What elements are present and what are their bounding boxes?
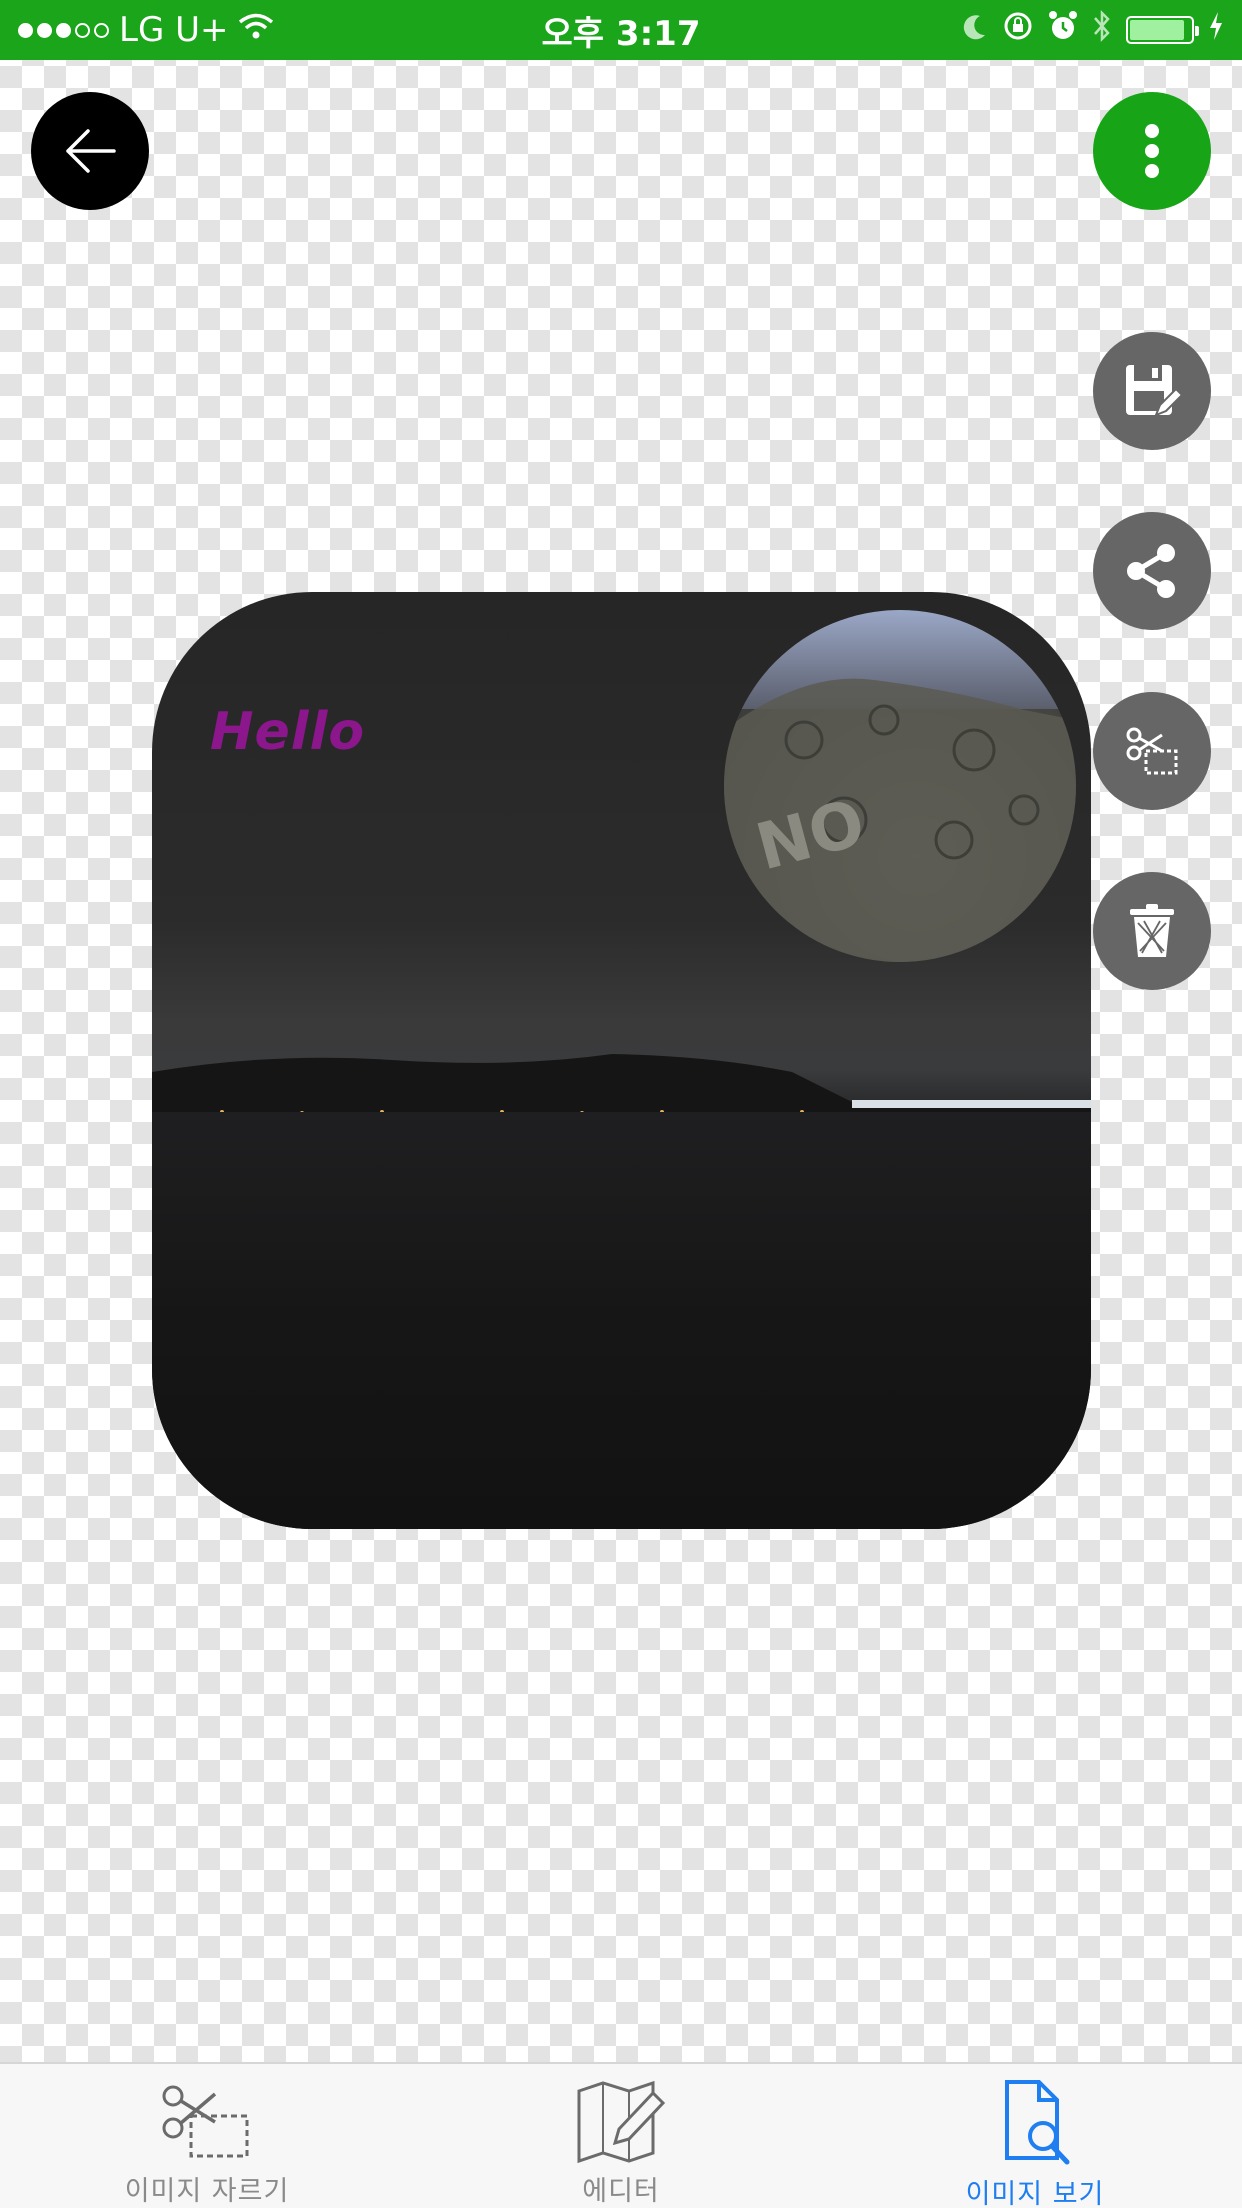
tab-view-image-label: 이미지 보기	[965, 2179, 1105, 2208]
tab-crop-image-label: 이미지 자르기	[124, 2176, 290, 2207]
hello-text-layer[interactable]: Hello	[210, 702, 365, 762]
scissors-crop-icon	[159, 2078, 255, 2165]
arrow-left-icon	[66, 129, 116, 173]
map-pencil-icon	[573, 2078, 669, 2165]
signal-strength-icon	[18, 22, 109, 38]
save-edit-icon	[1126, 365, 1184, 417]
more-vertical-icon	[1145, 124, 1159, 178]
status-bar: LG U+ 오후 3:17	[0, 0, 1242, 60]
cut-button[interactable]	[1093, 692, 1211, 810]
delete-button[interactable]	[1093, 872, 1211, 990]
more-options-button[interactable]	[1093, 92, 1211, 210]
tab-view-image[interactable]: 이미지 보기	[828, 2064, 1242, 2208]
status-right	[962, 9, 1224, 52]
trash-icon	[1130, 904, 1174, 957]
edited-image[interactable]: NO Hello	[152, 592, 1091, 1529]
rotation-lock-icon	[1002, 10, 1034, 51]
water	[152, 1112, 1091, 1529]
moon-icon	[962, 10, 988, 50]
carrier-name: LG U+	[119, 10, 229, 50]
share-button[interactable]	[1093, 512, 1211, 630]
scissors-crop-icon	[1126, 727, 1178, 775]
tab-crop-image[interactable]: 이미지 자르기	[0, 2064, 414, 2208]
document-search-icon	[987, 2078, 1083, 2168]
alarm-icon	[1048, 10, 1078, 51]
save-button[interactable]	[1093, 332, 1211, 450]
share-icon	[1127, 544, 1175, 598]
tab-editor-label: 에디터	[582, 2176, 660, 2207]
back-button[interactable]	[31, 92, 149, 210]
sand-sculpture: NO	[724, 678, 1076, 962]
tab-editor[interactable]: 에디터	[414, 2064, 828, 2208]
bluetooth-icon	[1092, 9, 1112, 52]
bottom-tab-bar: 이미지 자르기 에디터 이미지 보기	[0, 2062, 1242, 2208]
circle-sticker-image[interactable]: NO	[724, 610, 1076, 962]
charging-icon	[1208, 10, 1224, 50]
wifi-icon	[238, 10, 274, 50]
battery-icon	[1126, 16, 1199, 44]
status-left: LG U+	[18, 10, 274, 50]
